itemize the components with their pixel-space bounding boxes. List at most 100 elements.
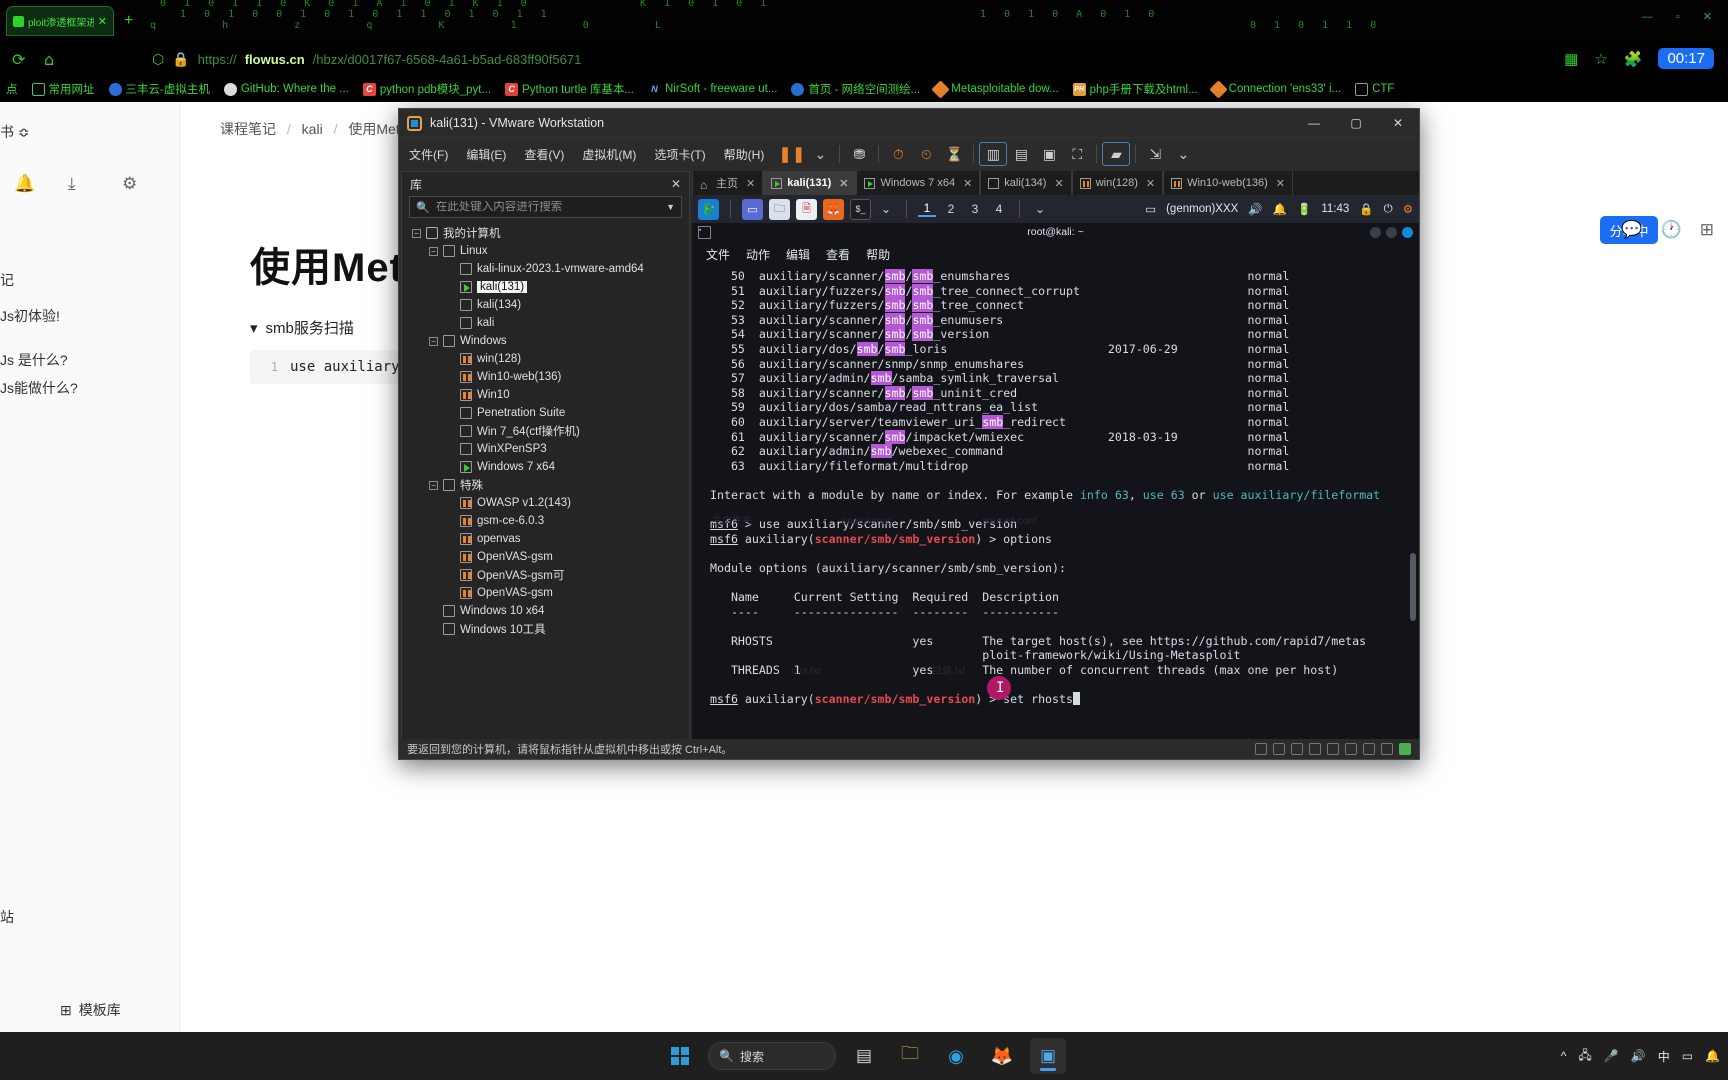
workspace-3[interactable]: 3 — [966, 202, 984, 216]
close-icon[interactable]: ✕ — [1276, 177, 1285, 190]
library-tree-item[interactable]: Win10 — [406, 386, 689, 404]
bookmark-item[interactable]: 三丰云-虚拟主机 — [108, 81, 210, 97]
close-icon[interactable]: ✕ — [1146, 177, 1155, 190]
toggle-section-header[interactable]: ▾ smb服务扫描 — [250, 317, 354, 338]
minimize-button[interactable] — [1370, 227, 1381, 238]
bookmark-item[interactable]: 点 — [6, 81, 18, 97]
shield-icon[interactable]: ⬡ — [152, 51, 164, 68]
new-tab-button[interactable]: + — [124, 12, 133, 30]
close-button[interactable]: ✕ — [1377, 109, 1419, 138]
breadcrumb-item-0[interactable]: 课程笔记 — [220, 121, 276, 137]
module-row[interactable]: 56 auxiliary/scanner/snmp/snmp_enumshare… — [710, 357, 1419, 372]
chevron-down-icon[interactable]: ▾ — [250, 319, 258, 337]
show-library-icon[interactable]: ▥ — [979, 142, 1008, 166]
bookmark-item[interactable]: N NirSoft - freeware ut... — [648, 83, 777, 96]
chevron-down-icon[interactable]: ⌄ — [1169, 142, 1197, 166]
rail-item-js-2[interactable]: Js 是什么? — [0, 350, 68, 370]
module-row[interactable]: 59 auxiliary/dos/samba/read_nttrans_ea_l… — [710, 400, 1419, 415]
download-icon[interactable]: ⤓ — [68, 174, 76, 194]
terminal-icon[interactable]: $_ — [850, 198, 871, 220]
maximize-button[interactable] — [1386, 227, 1397, 238]
lock-icon[interactable]: 🔒 — [1359, 202, 1373, 216]
workspace-4[interactable]: 4 — [990, 202, 1008, 216]
cd-icon[interactable] — [1273, 743, 1285, 755]
vm-tab[interactable]: ⌂ 主页 ✕ — [692, 171, 764, 195]
unity-mode-icon[interactable]: ▰ — [1102, 142, 1131, 166]
chevron-down-icon[interactable]: ⌄ — [1031, 202, 1049, 216]
library-tree-item[interactable]: OpenVAS-gsm — [406, 584, 689, 602]
library-tree-item[interactable]: Win10-web(136) — [406, 368, 689, 386]
firefox-button[interactable]: 🦊 — [984, 1038, 1020, 1074]
module-row[interactable]: 62 auxiliary/admin/smb/webexec_command n… — [710, 444, 1419, 459]
library-tree-item[interactable]: − Windows — [406, 332, 689, 350]
module-row[interactable]: 50 auxiliary/scanner/smb/smb_enumshares … — [710, 269, 1419, 284]
browser-window-controls[interactable]: — ▫ ✕ — [1642, 10, 1722, 23]
library-tree-item[interactable]: win(128) — [406, 350, 689, 368]
notification-icon[interactable]: 🔔 — [1705, 1049, 1720, 1063]
library-tree-item[interactable]: kali — [406, 314, 689, 332]
workspace-1[interactable]: 1 — [918, 201, 936, 217]
browser-tab[interactable]: ploit渗透框架进行b ✕ — [6, 6, 114, 36]
library-tree-item[interactable]: openvas — [406, 530, 689, 548]
hint-command-info[interactable]: info 63 — [1080, 488, 1129, 502]
menu-vm[interactable]: 虚拟机(M) — [582, 146, 636, 163]
library-tree-item[interactable]: Windows 10 x64 — [406, 602, 689, 620]
network-icon[interactable] — [1291, 743, 1303, 755]
edge-button[interactable]: ◉ — [938, 1038, 974, 1074]
volume-icon[interactable]: 🔊 — [1631, 1049, 1646, 1063]
task-view-button[interactable]: ▤ — [846, 1038, 882, 1074]
search-input[interactable] — [435, 201, 651, 213]
bookmark-item[interactable]: CTF — [1355, 82, 1394, 96]
rail-item-js-1[interactable]: Js初体验! — [0, 306, 60, 326]
library-tree-item[interactable]: OWASP v1.2(143) — [406, 494, 689, 512]
show-hidden-icons-icon[interactable]: ^ — [1561, 1049, 1567, 1063]
library-tree-item[interactable]: − Linux — [406, 242, 689, 260]
maximize-button[interactable]: ▢ — [1335, 109, 1377, 138]
module-row[interactable]: 57 auxiliary/admin/smb/samba_symlink_tra… — [710, 371, 1419, 386]
suspend-icon[interactable]: ❚❚ — [778, 142, 806, 166]
minimize-button[interactable]: — — [1293, 109, 1335, 138]
bookmark-item[interactable]: Connection 'ens33' i... — [1208, 79, 1341, 99]
home-icon[interactable]: ⌂ — [44, 50, 54, 69]
close-button[interactable] — [1402, 227, 1413, 238]
close-icon[interactable]: ✕ — [98, 15, 107, 28]
rail-item-notes[interactable]: 记 — [0, 270, 14, 290]
breadcrumb-item-1[interactable]: kali — [302, 121, 323, 137]
library-tree-item[interactable]: − 特殊 — [406, 476, 689, 494]
close-icon[interactable]: ✕ — [746, 177, 755, 190]
rail-item-site[interactable]: 站 — [0, 907, 14, 927]
battery-icon[interactable]: ▭ — [1682, 1049, 1693, 1063]
message-icon[interactable] — [1381, 743, 1393, 755]
printer-icon[interactable] — [1345, 743, 1357, 755]
firefox-icon[interactable]: 🦊 — [823, 198, 844, 220]
ime-indicator[interactable]: 中 — [1658, 1048, 1670, 1065]
library-tree-item[interactable]: WinXPenSP3 — [406, 440, 689, 458]
address-bar[interactable]: ⬡ 🔒 https:// flowus.cn/hbzx/d0017f67-6568… — [152, 48, 581, 70]
vm-tab[interactable]: Windows 7 x64 ✕ — [856, 171, 981, 195]
start-button[interactable] — [662, 1038, 698, 1074]
chevron-down-icon[interactable]: ▼ — [666, 202, 675, 212]
file-explorer-button[interactable]: 🗀 — [892, 1038, 928, 1074]
terminal-menu-view[interactable]: 查看 — [826, 246, 850, 263]
bookmark-item[interactable]: 常用网址 — [31, 81, 95, 97]
terminal-menu-help[interactable]: 帮助 — [866, 246, 890, 263]
history-icon[interactable]: 🕐 — [1661, 220, 1682, 240]
library-tree-item[interactable]: kali(131) — [406, 278, 689, 296]
display-icon[interactable] — [1363, 743, 1375, 755]
sound-icon[interactable] — [1327, 743, 1339, 755]
library-tree-item[interactable]: OpenVAS-gsm可 — [406, 566, 689, 584]
hard-disk-icon[interactable] — [1255, 743, 1267, 755]
terminal-output[interactable]: 50 auxiliary/scanner/smb/smb_enumshares … — [692, 265, 1419, 707]
rail-item-js-3[interactable]: Js能做什么? — [0, 378, 78, 398]
network-icon[interactable]: 🖧 — [1578, 1046, 1591, 1067]
stretch-guest-icon[interactable]: ⇲ — [1141, 142, 1169, 166]
module-row[interactable]: 60 auxiliary/server/teamviewer_uri_smb_r… — [710, 414, 1419, 430]
kali-menu-icon[interactable]: 🐉 — [698, 198, 719, 220]
menu-view[interactable]: 查看(V) — [524, 146, 564, 163]
library-tree-item[interactable]: kali(134) — [406, 296, 689, 314]
extensions-icon[interactable]: 🧩 — [1624, 50, 1643, 68]
workspace-2[interactable]: 2 — [942, 202, 960, 216]
close-icon[interactable]: ✕ — [839, 177, 848, 190]
library-tree-item[interactable]: − 我的计算机 — [406, 224, 689, 242]
expander-icon[interactable]: − — [429, 246, 438, 256]
